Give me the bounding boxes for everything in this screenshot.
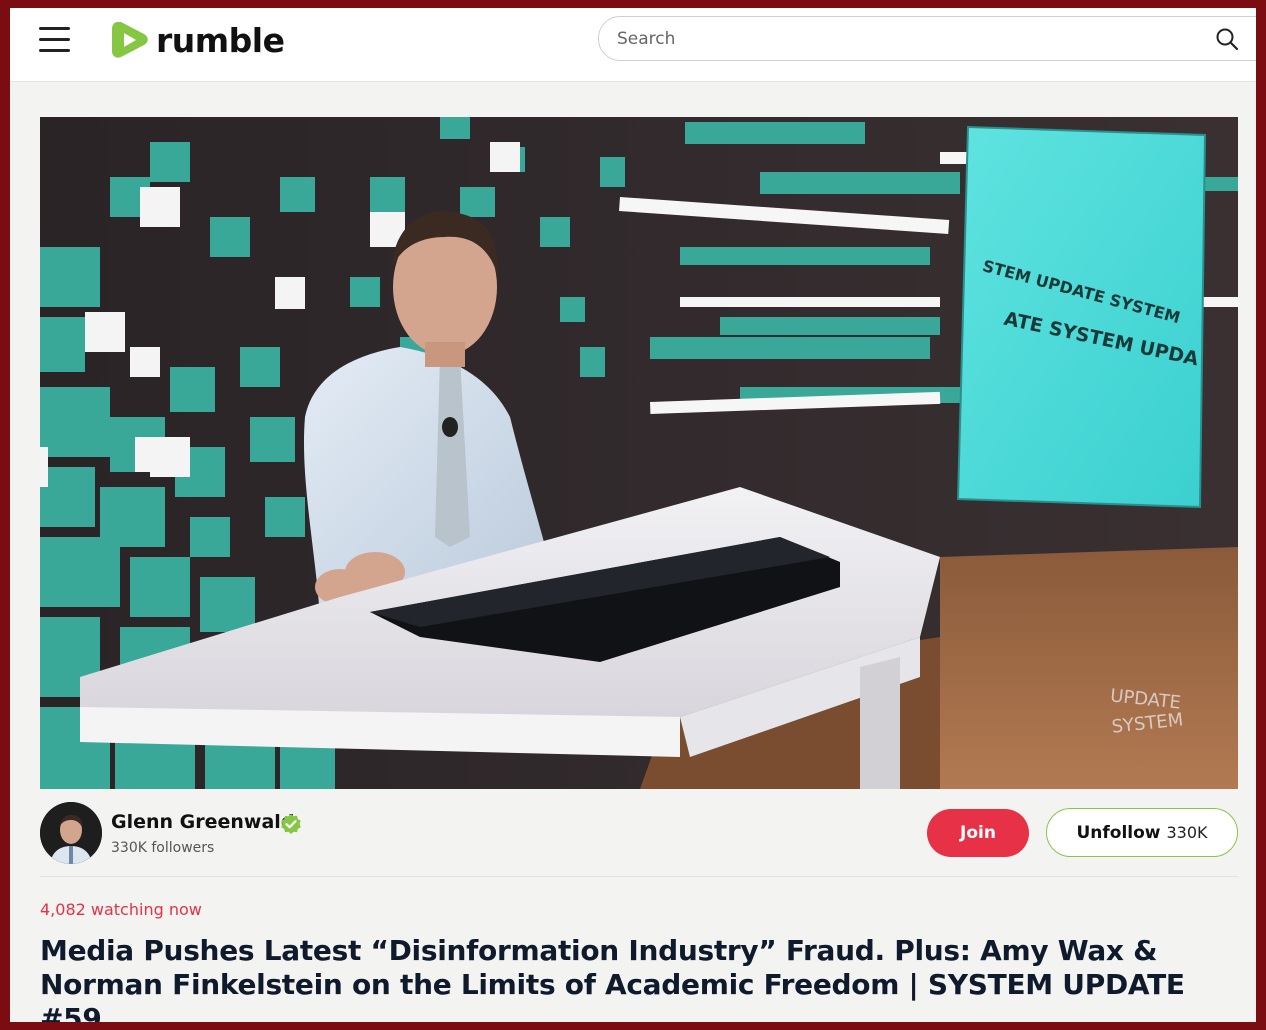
join-button[interactable]: Join bbox=[927, 809, 1029, 857]
channel-avatar[interactable] bbox=[40, 802, 102, 864]
search-input[interactable] bbox=[615, 17, 1199, 60]
page: rumble Search STEM UPDATE SYSTEM ATE SYS… bbox=[10, 8, 1256, 1022]
video-title: Media Pushes Latest “Disinformation Indu… bbox=[40, 934, 1185, 1022]
video-player[interactable]: STEM UPDATE SYSTEM ATE SYSTEM UPDA UPDAT… bbox=[40, 117, 1238, 789]
unfollow-count: 330K bbox=[1166, 823, 1208, 842]
rumble-play-icon bbox=[112, 22, 148, 58]
live-viewer-count: 4,082 watching now bbox=[40, 900, 202, 919]
channel-name[interactable]: Glenn Greenwald bbox=[111, 811, 294, 833]
unfollow-label: Unfollow bbox=[1076, 822, 1161, 843]
search-box bbox=[598, 16, 1256, 61]
video-frame-image: STEM UPDATE SYSTEM ATE SYSTEM UPDA UPDAT… bbox=[40, 117, 1238, 789]
menu-icon[interactable] bbox=[39, 27, 71, 53]
top-header: rumble bbox=[10, 8, 1256, 82]
search-icon[interactable] bbox=[1215, 27, 1239, 51]
unfollow-button[interactable]: Unfollow 330K bbox=[1046, 808, 1238, 857]
verified-badge-icon bbox=[281, 814, 301, 834]
logo-text: rumble bbox=[156, 20, 285, 60]
follower-count: 330K followers bbox=[111, 840, 215, 856]
divider bbox=[40, 876, 1238, 877]
rumble-logo[interactable]: rumble bbox=[110, 18, 285, 62]
